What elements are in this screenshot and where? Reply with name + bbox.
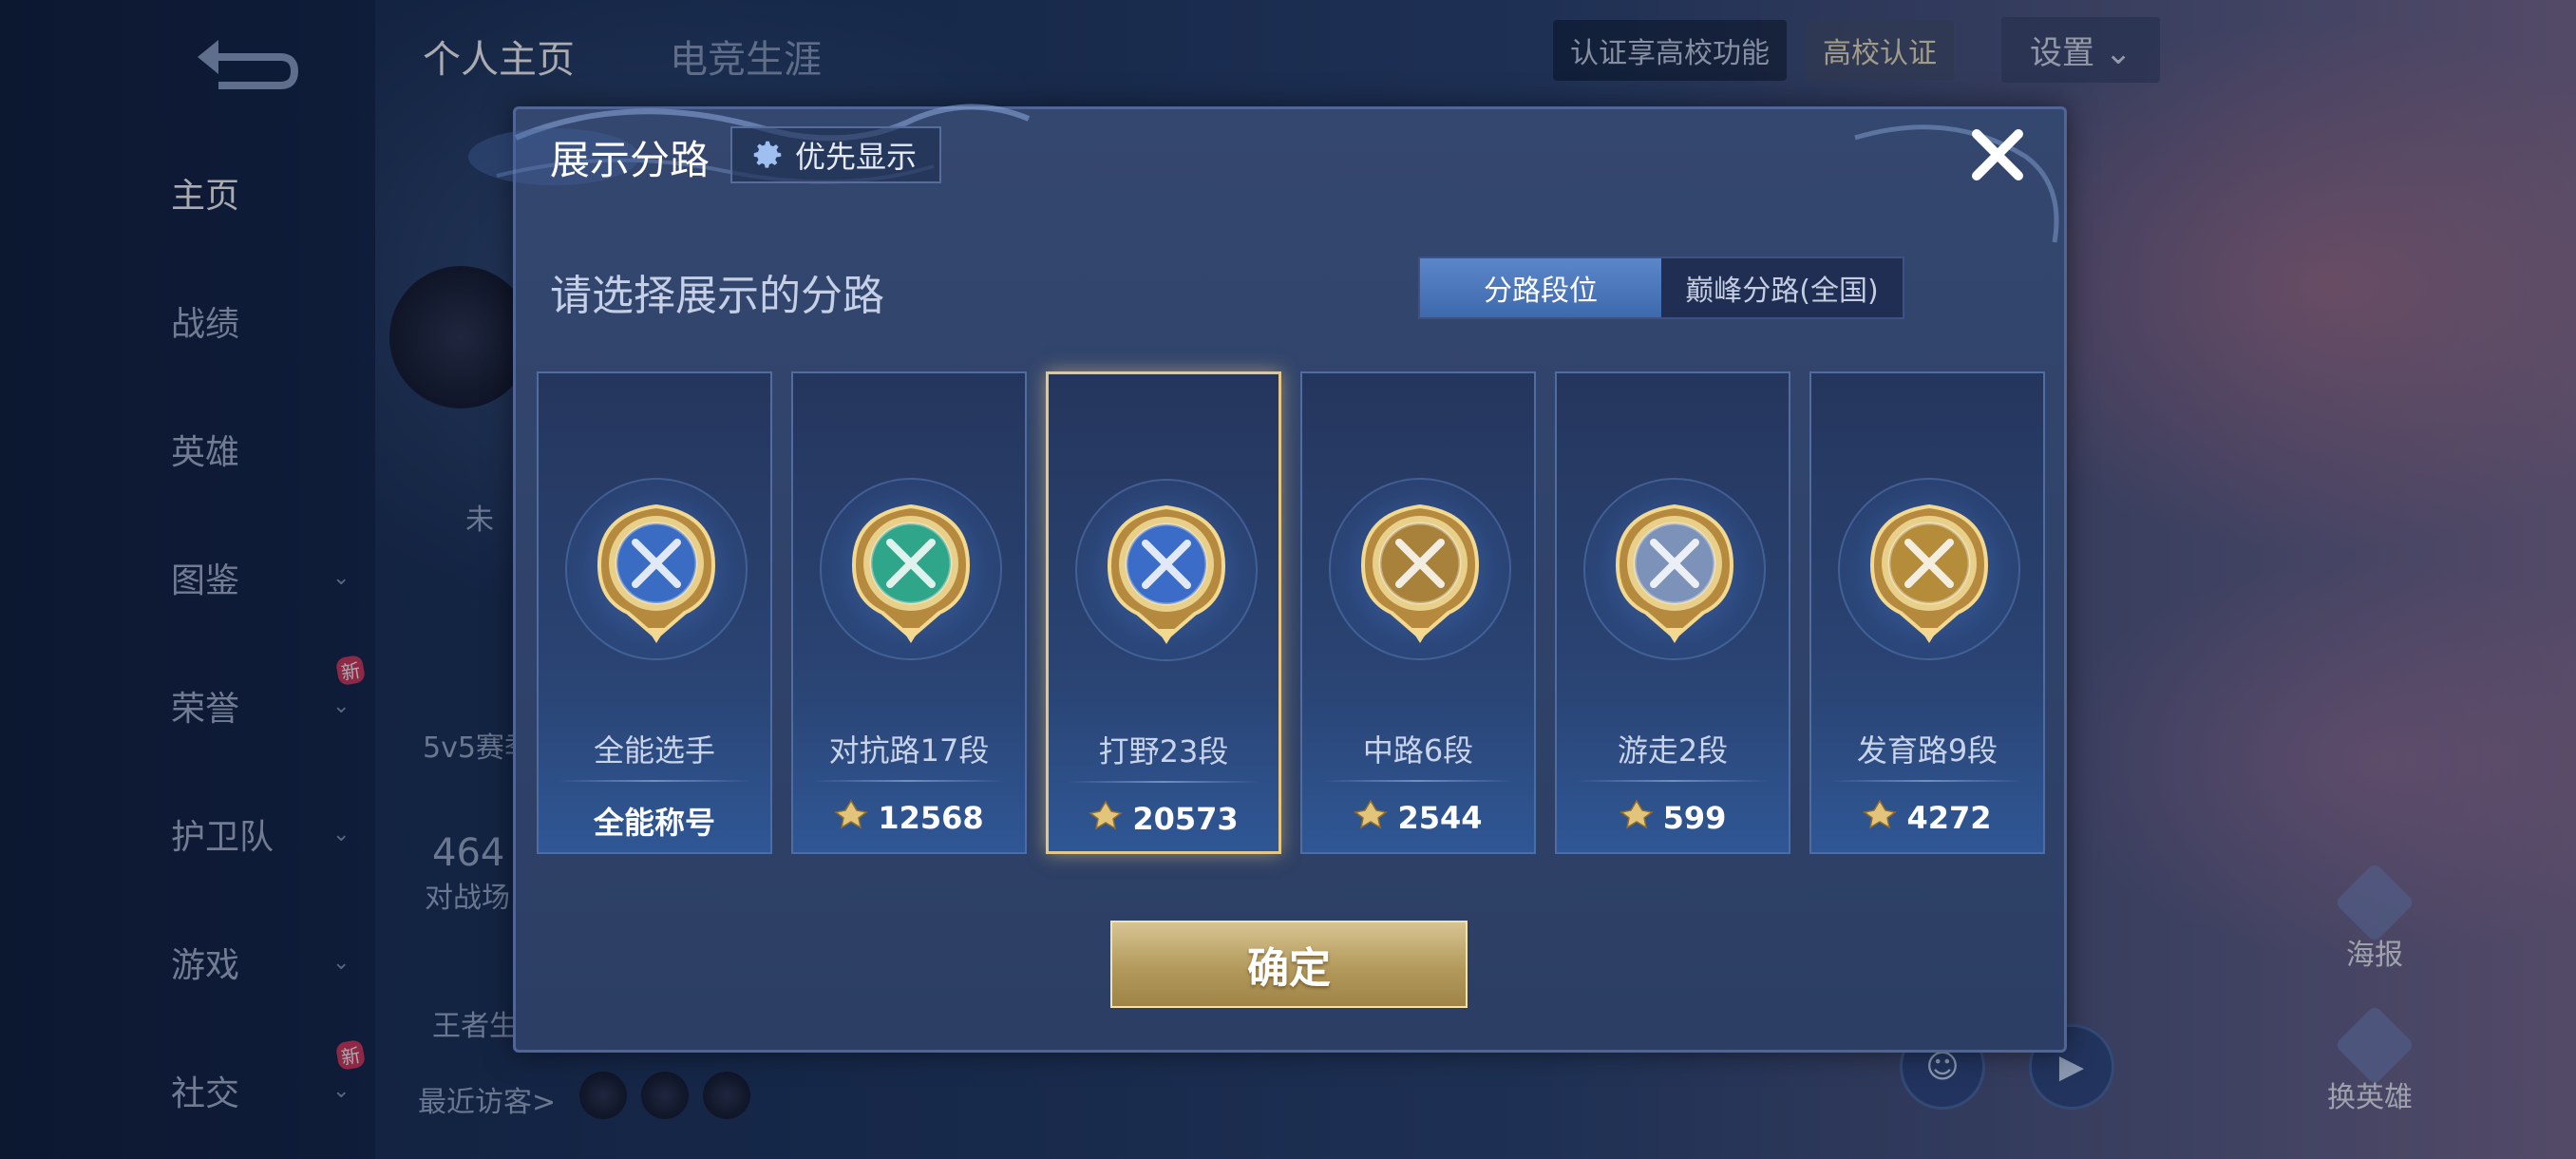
- lane-card[interactable]: 全能选手 全能称号: [537, 371, 772, 854]
- lane-score-value: 12568: [878, 800, 984, 836]
- lane-score-value: 4272: [1906, 800, 1992, 836]
- lane-card[interactable]: 对抗路17段 12568: [791, 371, 1027, 854]
- lane-name: 全能选手: [593, 732, 715, 769]
- lane-name: 游走2段: [1617, 732, 1729, 769]
- dialog-subtitle: 请选择展示的分路: [550, 272, 884, 320]
- dialog-title: 展示分路: [550, 137, 710, 183]
- lane-score: 12568: [793, 799, 1025, 837]
- rank-points-icon: [834, 799, 869, 837]
- tab-peak-lane[interactable]: 巅峰分路(全国): [1661, 258, 1903, 317]
- lane-display-dialog: 展示分路 优先显示 请选择展示的分路 分路段位 巅峰分路(全国) 全能选手全能称…: [468, 104, 2067, 1053]
- mid-lane-emblem-icon: [1354, 495, 1487, 643]
- lane-card[interactable]: 中路6段 2544: [1300, 371, 1536, 854]
- lane-card-list: 全能选手 全能称号 对抗路17段 12568 打野23段 20573 中路6段 2544 游走2…: [537, 371, 2045, 854]
- lane-score: 599: [1557, 799, 1789, 837]
- lane-score: 4272: [1811, 799, 2043, 837]
- close-icon: [1972, 129, 2023, 180]
- rank-points-icon: [1619, 799, 1654, 837]
- priority-display-label: 优先显示: [795, 139, 918, 175]
- gear-icon: [753, 141, 782, 168]
- lane-score-value: 全能称号: [593, 805, 715, 841]
- close-button[interactable]: [1965, 123, 2030, 187]
- divider: [1576, 780, 1770, 782]
- lane-name: 发育路9段: [1856, 732, 1998, 769]
- allround-emblem-icon: [590, 495, 723, 643]
- lane-name: 打野23段: [1098, 733, 1229, 770]
- jungle-emblem-icon: [1100, 496, 1233, 644]
- farm-lane-emblem-icon: [1863, 495, 1996, 643]
- confirm-label: 确定: [1247, 944, 1331, 993]
- rank-points-icon: [1863, 799, 1898, 837]
- divider: [1068, 781, 1260, 783]
- clash-lane-emblem-icon: [844, 495, 977, 643]
- roam-emblem-icon: [1608, 495, 1741, 643]
- lane-score: 2544: [1302, 799, 1534, 837]
- divider: [1321, 780, 1515, 782]
- divider: [1830, 780, 2024, 782]
- lane-score-value: 20573: [1132, 801, 1239, 837]
- rank-points-icon: [1354, 799, 1389, 837]
- lane-score-value: 599: [1662, 800, 1727, 836]
- lane-name: 中路6段: [1362, 732, 1474, 769]
- priority-display-button[interactable]: 优先显示: [730, 126, 942, 183]
- rank-points-icon: [1089, 800, 1124, 838]
- rank-type-toggle: 分路段位 巅峰分路(全国): [1418, 256, 1904, 319]
- lane-card[interactable]: 发育路9段 4272: [1809, 371, 2045, 854]
- lane-card[interactable]: 打野23段 20573: [1046, 371, 1281, 854]
- tab-lane-rank[interactable]: 分路段位: [1420, 258, 1661, 317]
- divider: [812, 780, 1006, 782]
- lane-score: 全能称号: [539, 799, 770, 843]
- lane-score-value: 2544: [1397, 800, 1483, 836]
- confirm-button[interactable]: 确定: [1110, 921, 1468, 1008]
- lane-score: 20573: [1049, 800, 1279, 838]
- decorative-swirl: [1854, 124, 2059, 243]
- lane-name: 对抗路17段: [828, 732, 990, 769]
- lane-card[interactable]: 游走2段 599: [1555, 371, 1790, 854]
- divider: [558, 780, 751, 782]
